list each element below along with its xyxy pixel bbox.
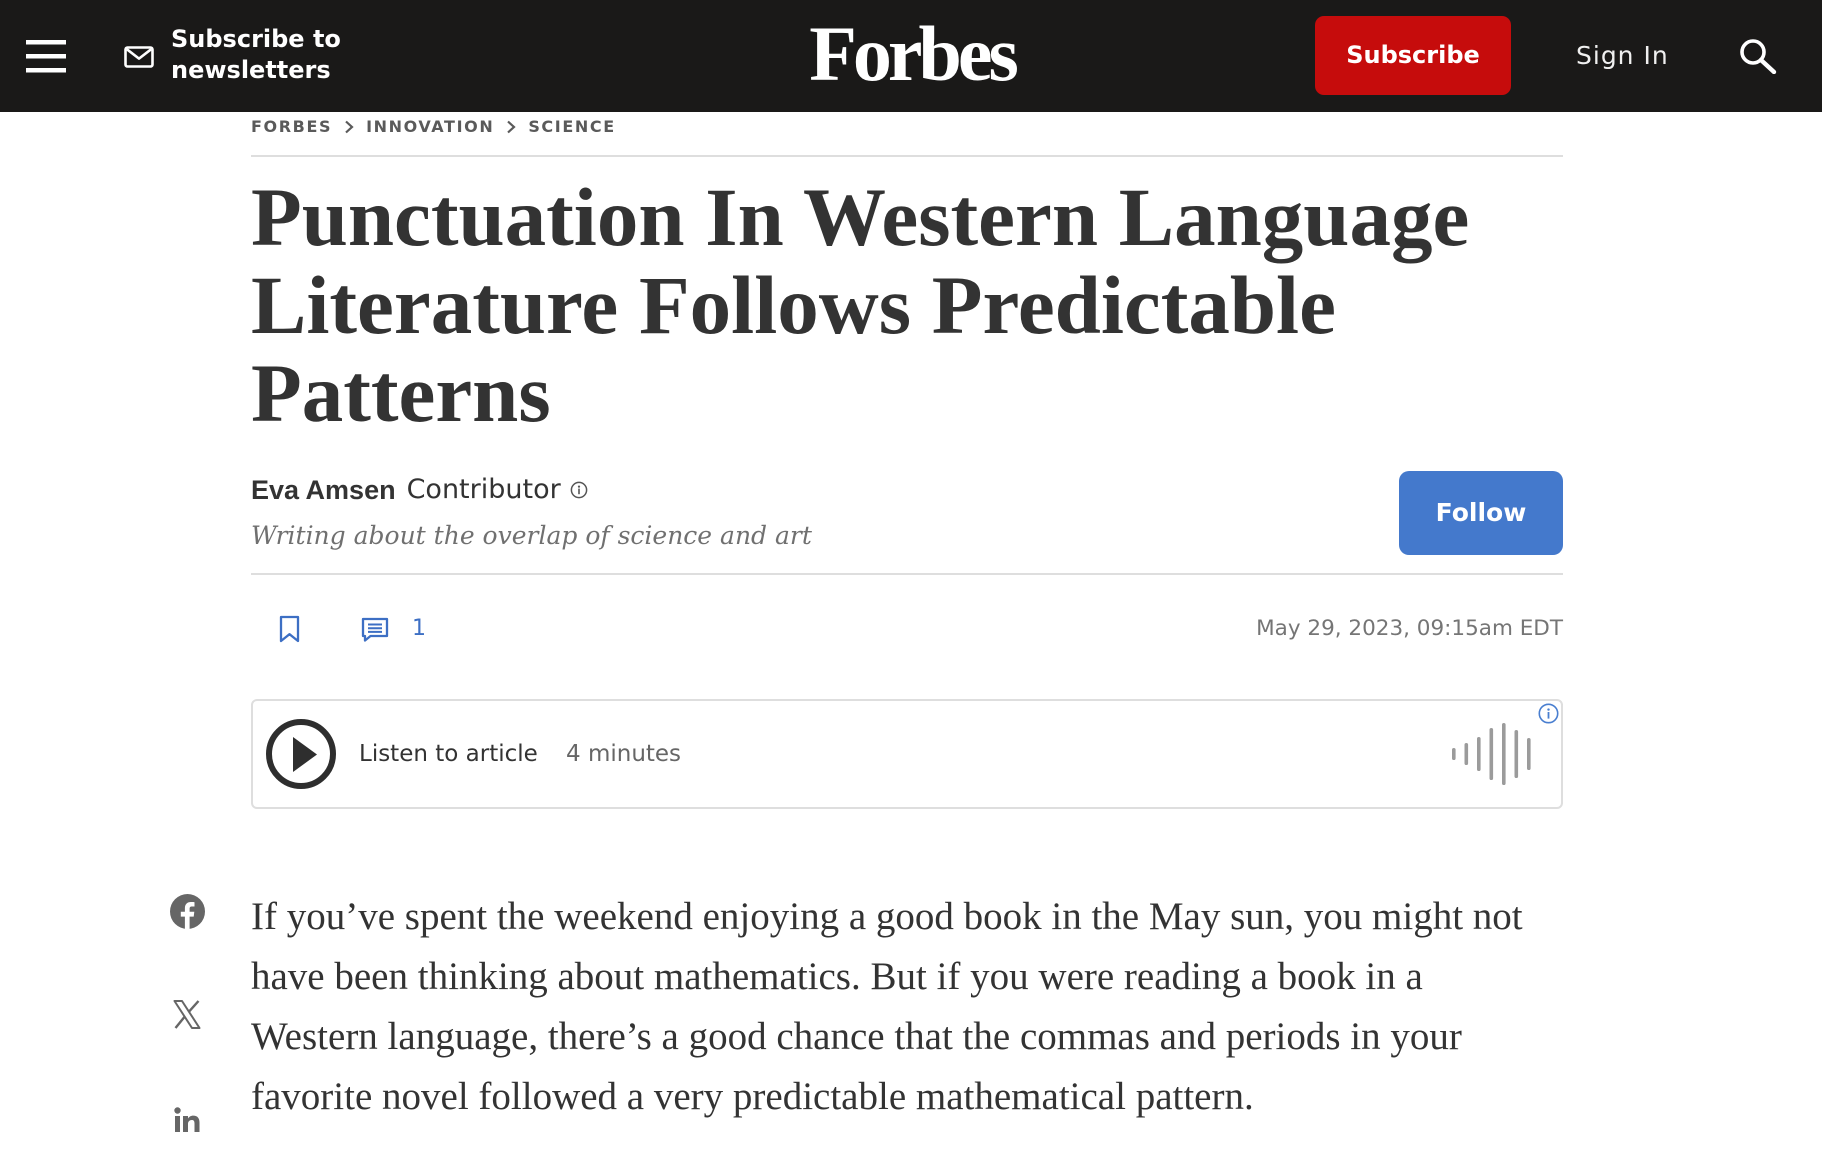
bookmark-button[interactable] <box>278 615 301 643</box>
facebook-icon <box>170 894 205 929</box>
follow-button[interactable]: Follow <box>1399 471 1563 555</box>
subscribe-button[interactable]: Subscribe <box>1315 16 1511 95</box>
comment-icon <box>361 617 389 642</box>
article-title: Punctuation In Western Language Literatu… <box>251 171 1470 439</box>
author-name[interactable]: Eva Amsen <box>251 474 396 506</box>
publish-date: May 29, 2023, 09:15am EDT <box>1256 616 1563 641</box>
play-icon <box>266 719 336 789</box>
play-button[interactable] <box>266 719 336 789</box>
comments-button[interactable]: 1 <box>361 614 426 644</box>
search-icon <box>1739 38 1777 74</box>
listen-label: Listen to article <box>359 741 538 767</box>
sign-in-link[interactable]: Sign In <box>1576 40 1669 72</box>
x-icon <box>173 999 201 1030</box>
audio-player: Listen to article 4 minutes <box>251 699 1563 809</box>
breadcrumb-item-science[interactable]: SCIENCE <box>528 116 615 138</box>
author-role: Contributor <box>406 474 561 505</box>
audio-waveform-icon <box>1452 723 1532 785</box>
top-navigation-bar: Subscribe to newsletters Forbes Subscrib… <box>0 0 1822 112</box>
search-button[interactable] <box>1739 38 1777 74</box>
author-byline: Eva Amsen Contributor <box>251 474 588 506</box>
forbes-logo[interactable]: Forbes <box>792 15 1032 93</box>
breadcrumb-item-innovation[interactable]: INNOVATION <box>366 116 494 138</box>
divider <box>251 573 1563 575</box>
mail-icon <box>124 46 154 68</box>
info-icon[interactable] <box>570 481 588 499</box>
chevron-right-icon <box>506 120 516 134</box>
article-paragraph: If you’ve spent the weekend enjoying a g… <box>251 895 1523 1118</box>
author-tagline: Writing about the overlap of science and… <box>251 521 812 550</box>
share-x-link[interactable] <box>173 999 201 1030</box>
divider <box>251 155 1563 157</box>
menu-icon <box>26 37 66 73</box>
bookmark-icon <box>278 615 301 643</box>
linkedin-icon <box>174 1107 200 1133</box>
chevron-right-icon <box>344 120 354 134</box>
newsletter-label: Subscribe to newsletters <box>171 25 341 84</box>
listen-duration: 4 minutes <box>566 741 682 767</box>
menu-button[interactable] <box>26 37 66 73</box>
share-facebook-link[interactable] <box>170 894 205 929</box>
share-linkedin-link[interactable] <box>174 1107 200 1133</box>
comment-count: 1 <box>412 616 426 641</box>
breadcrumb-item-forbes[interactable]: FORBES <box>251 116 332 138</box>
info-icon[interactable] <box>1538 703 1559 724</box>
breadcrumb: FORBES INNOVATION SCIENCE <box>251 116 616 138</box>
